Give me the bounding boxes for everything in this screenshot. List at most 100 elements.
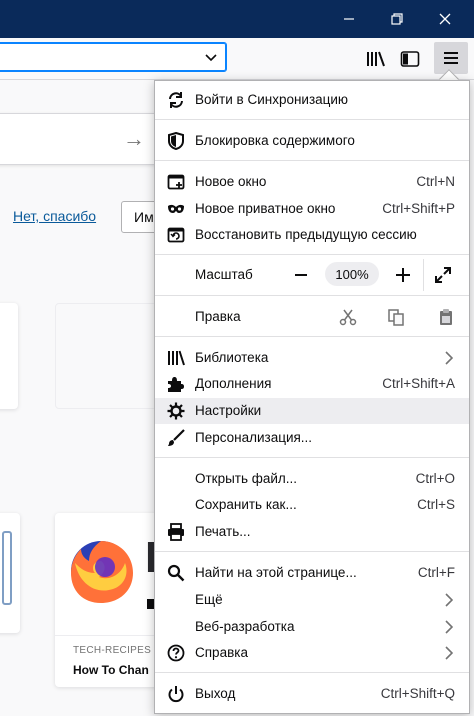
menu-item-label: Библиотека [195,350,269,365]
menu-item-label: Веб-разработка [195,619,295,634]
chevron-right-icon [445,593,453,607]
menu-item-more[interactable]: Ещё [155,587,469,613]
no-thanks-link[interactable]: Нет, спасибо [13,208,96,224]
library-button[interactable] [362,46,390,72]
menu-item-shortcut: Ctrl+Shift+P [382,201,455,216]
menu-item-exit[interactable]: Выход Ctrl+Shift+Q [155,681,469,707]
sidebar-button[interactable] [396,46,424,72]
chevron-right-icon [445,351,453,365]
url-bar[interactable] [0,42,227,72]
edit-label: Правка [195,309,241,324]
top-site-card[interactable] [0,303,18,409]
highlight-card-techrecipes[interactable]: F TECH-RECIPES How To Chan [55,513,165,687]
menu-item-label: Блокировка содержимого [195,133,355,148]
paste-button[interactable] [435,306,457,328]
menu-item-settings[interactable]: Настройки [155,398,469,424]
card-title: How To Chan [73,663,149,677]
zoom-divider [423,259,424,291]
printer-icon [167,523,185,541]
zoom-label: Масштаб [195,267,253,282]
menu-separator [155,672,469,673]
cut-button[interactable] [337,306,359,328]
restore-icon [391,13,403,25]
app-menu-panel: Войти в Синхронизацию Блокировка содержи… [154,80,470,714]
menu-item-open-file[interactable]: Открыть файл... Ctrl+O [155,466,469,492]
paintbrush-icon [167,429,185,447]
menu-item-save-as[interactable]: Сохранить как... Ctrl+S [155,492,469,518]
menu-item-shortcut: Ctrl+Shift+Q [380,686,455,701]
zoom-out-button[interactable] [289,263,313,287]
menu-item-shortcut: Ctrl+F [417,565,455,580]
menu-item-addons[interactable]: Дополнения Ctrl+Shift+A [155,371,469,397]
menu-item-find[interactable]: Найти на этой странице... Ctrl+F [155,560,469,586]
chevron-right-icon [445,620,453,634]
chevron-right-icon [445,646,453,660]
library-icon [367,51,385,67]
minus-icon [295,274,307,276]
close-icon [439,13,451,25]
clipboard-icon [440,309,452,325]
menu-separator [155,119,469,120]
scissors-icon [339,309,357,326]
top-site-placeholder [55,303,165,409]
menu-item-new-window[interactable]: Новое окно Ctrl+N [155,169,469,195]
restore-session-icon [167,226,185,244]
menu-item-customize[interactable]: Персонализация... [155,425,469,451]
copy-icon [388,309,404,326]
menu-item-restore-session[interactable]: Восстановить предыдущую сессию [155,222,469,248]
menu-item-print[interactable]: Печать... [155,519,469,545]
zoom-reset-button[interactable]: 100% [325,262,379,286]
plus-icon [396,268,410,282]
menu-item-shortcut: Ctrl+O [415,471,455,486]
menu-separator [155,295,469,296]
open-menu-button[interactable] [434,42,468,74]
menu-item-label: Восстановить предыдущую сессию [195,227,417,242]
menu-separator [155,551,469,552]
minimize-button[interactable] [326,0,372,38]
navigation-toolbar [0,38,474,80]
search-icon [167,564,185,582]
restore-button[interactable] [374,0,420,38]
menu-item-web-developer[interactable]: Веб-разработка [155,614,469,640]
help-icon [167,644,185,662]
menu-item-label: Новое приватное окно [195,201,336,216]
fullscreen-button[interactable] [431,263,455,287]
menu-item-sync[interactable]: Войти в Синхронизацию [155,87,469,113]
close-button[interactable] [422,0,468,38]
menu-separator [155,457,469,458]
menu-item-shortcut: Ctrl+N [416,174,455,189]
menu-item-label: Настройки [195,403,262,418]
card-divider [55,635,165,636]
menu-item-label: Печать... [195,524,251,539]
zoom-in-button[interactable] [391,263,415,287]
minimize-icon [344,18,354,20]
menu-separator [155,336,469,337]
shield-icon [167,132,185,150]
menu-item-shortcut: Ctrl+S [417,497,455,512]
chevron-down-icon[interactable] [204,50,218,64]
page-search-box[interactable]: → [0,113,160,165]
menu-item-label: Открыть файл... [195,471,298,486]
card-source: TECH-RECIPES [73,645,152,656]
menu-item-shortcut: Ctrl+Shift+A [382,376,455,391]
gear-icon [167,402,185,420]
menu-item-label: Войти в Синхронизацию [195,92,349,107]
arrow-right-icon[interactable]: → [123,128,145,150]
menu-item-private-window[interactable]: Новое приватное окно Ctrl+Shift+P [155,196,469,222]
fullscreen-icon [435,267,451,283]
menu-item-edit: Правка [155,304,469,330]
menu-item-help[interactable]: Справка [155,640,469,666]
card-thumbnail [2,531,12,605]
menu-separator [155,254,469,255]
menu-item-label: Новое окно [195,174,267,189]
sidebar-icon [400,51,420,67]
private-mask-icon [167,200,185,218]
menu-item-library[interactable]: Библиотека [155,345,469,371]
menu-item-label: Дополнения [195,376,272,391]
menu-item-content-blocking[interactable]: Блокировка содержимого [155,128,469,154]
window-titlebar [0,0,474,38]
copy-button[interactable] [385,306,407,328]
menu-item-label: Найти на этой странице... [195,565,357,580]
menu-item-label: Персонализация... [195,430,313,445]
highlight-card[interactable] [0,513,20,633]
